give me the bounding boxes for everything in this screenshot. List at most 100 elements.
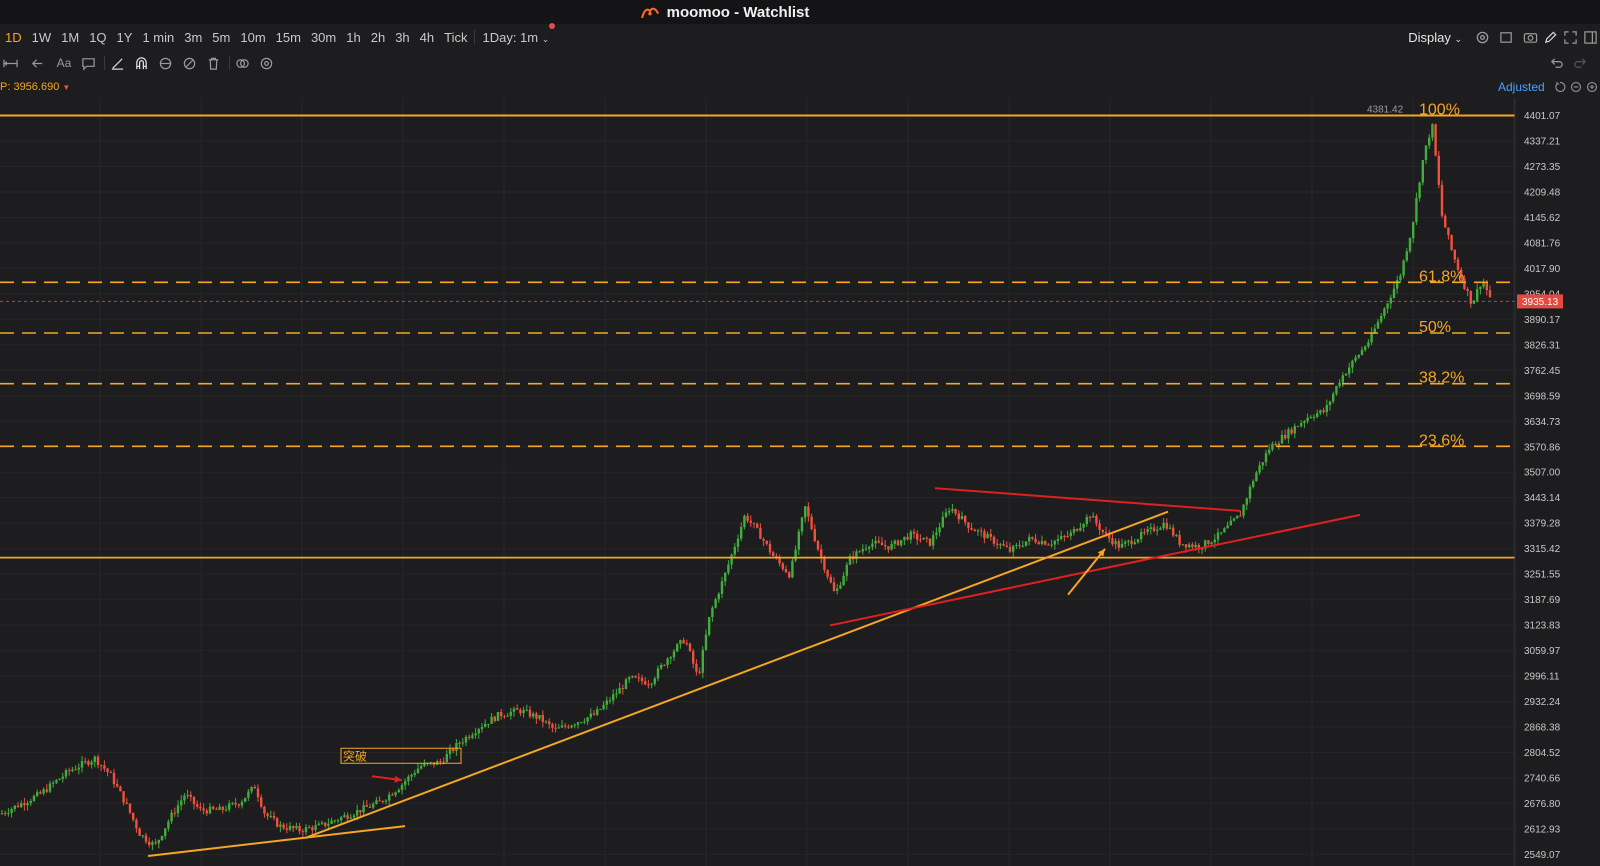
tf-15m[interactable]: 15m: [271, 30, 306, 45]
candle-body: [957, 513, 960, 520]
adjusted-toggle[interactable]: Adjusted: [1498, 80, 1552, 94]
candle-body: [586, 717, 589, 722]
candle-body: [58, 778, 61, 780]
candle-body: [1348, 367, 1351, 374]
candle-body: [669, 657, 672, 659]
candle-body: [743, 515, 746, 527]
reset-icon[interactable]: [1552, 78, 1568, 96]
price-readout: P: 3956.690 ▼: [0, 81, 70, 93]
undo-icon[interactable]: [1546, 53, 1566, 73]
tf-1m[interactable]: 1M: [56, 30, 84, 45]
candle-body: [608, 700, 612, 702]
candle-body: [148, 841, 151, 845]
candle-body: [1050, 544, 1053, 546]
price-tick-label: 3187.69: [1524, 595, 1561, 606]
tf-10m[interactable]: 10m: [235, 30, 270, 45]
candle-body: [996, 543, 999, 545]
candle-body: [237, 804, 240, 806]
candle-body: [1476, 289, 1479, 301]
candle-body: [1405, 251, 1408, 261]
trash-icon[interactable]: [203, 53, 223, 73]
candle-body: [1242, 504, 1245, 516]
tf-1q[interactable]: 1Q: [84, 30, 111, 45]
candle-body: [266, 813, 269, 817]
fit-width-icon[interactable]: [0, 53, 20, 73]
candle-body: [1408, 238, 1412, 252]
candle-body: [327, 823, 330, 826]
tf-1w[interactable]: 1W: [27, 30, 57, 45]
tf-3h[interactable]: 3h: [390, 30, 414, 45]
candle-body: [1328, 401, 1332, 406]
candle-body: [368, 806, 372, 808]
candle-body: [1431, 124, 1434, 138]
tf-4h[interactable]: 4h: [415, 30, 439, 45]
candle-body: [1172, 527, 1175, 536]
candle-body: [986, 533, 989, 539]
candle-body: [1191, 544, 1194, 548]
text-tool-icon[interactable]: Aa: [54, 53, 74, 73]
tf-1y[interactable]: 1Y: [112, 30, 138, 45]
camera-icon[interactable]: [1520, 27, 1540, 47]
candle-body: [202, 808, 205, 811]
line-tool-icon[interactable]: [107, 53, 127, 73]
price-tick-label: 3059.97: [1524, 646, 1561, 657]
candle-body: [708, 617, 711, 635]
fullscreen-icon[interactable]: [1560, 27, 1580, 47]
tf-tick[interactable]: Tick: [439, 30, 472, 45]
tf-2h[interactable]: 2h: [366, 30, 390, 45]
tf-1d[interactable]: 1D: [0, 30, 27, 45]
candle-body: [736, 538, 740, 547]
price-tick-label: 3634.73: [1524, 417, 1561, 428]
candle-body: [410, 774, 413, 777]
candle-body: [519, 709, 522, 714]
candle-body: [151, 842, 154, 845]
display-button[interactable]: Display ⌄: [1408, 30, 1462, 45]
candle-body: [199, 806, 202, 809]
candle-body: [52, 782, 55, 784]
candle-body: [365, 805, 368, 807]
candlestick-chart[interactable]: 100%61.8%50%38.2%23.6%突破4381.42 4401.074…: [0, 98, 1600, 866]
lock-drawings-icon[interactable]: [155, 53, 175, 73]
candle-body: [4, 813, 7, 815]
candle-body: [1258, 465, 1261, 473]
drawing-settings-icon[interactable]: [256, 53, 276, 73]
tf-5m[interactable]: 5m: [207, 30, 235, 45]
last-price-value: 3935.13: [1522, 297, 1559, 308]
redo-icon[interactable]: [1570, 53, 1590, 73]
candle-body: [192, 796, 196, 805]
candle-body: [685, 643, 688, 645]
candle-body: [1037, 542, 1040, 545]
settings-icon[interactable]: [1472, 27, 1492, 47]
candle-body: [592, 713, 596, 715]
layout-select-icon[interactable]: [1492, 27, 1520, 47]
candle-body: [23, 803, 26, 806]
magnet-icon[interactable]: [131, 53, 151, 73]
candle-body: [10, 808, 13, 813]
candle-body: [500, 711, 503, 717]
panel-toggle-icon[interactable]: [1580, 27, 1600, 47]
candle-body: [1028, 536, 1031, 542]
tf-30m[interactable]: 30m: [306, 30, 341, 45]
zoom-out-icon[interactable]: [1568, 78, 1584, 96]
candle-body: [816, 541, 820, 550]
candle-body: [1117, 541, 1120, 548]
tf-1min[interactable]: 1 min: [137, 30, 179, 45]
candle-body: [1188, 544, 1191, 548]
zoom-in-icon[interactable]: [1584, 78, 1600, 96]
compare-icon[interactable]: [232, 53, 252, 73]
tf-3m[interactable]: 3m: [179, 30, 207, 45]
candle-body: [1338, 382, 1341, 387]
comment-icon[interactable]: [78, 53, 98, 73]
candle-body: [480, 727, 484, 730]
candle-body: [535, 713, 538, 719]
interval-dropdown[interactable]: 1Day: 1m ⌄: [477, 22, 556, 45]
hide-drawings-icon[interactable]: [179, 53, 199, 73]
candle-body: [1402, 260, 1405, 276]
pencil-icon[interactable]: [1540, 27, 1560, 47]
candle-body: [1194, 544, 1197, 548]
candle-body: [720, 581, 724, 594]
candle-body: [672, 651, 676, 658]
back-arrow-icon[interactable]: [24, 53, 50, 73]
candle-body: [752, 522, 756, 524]
tf-1h[interactable]: 1h: [341, 30, 365, 45]
